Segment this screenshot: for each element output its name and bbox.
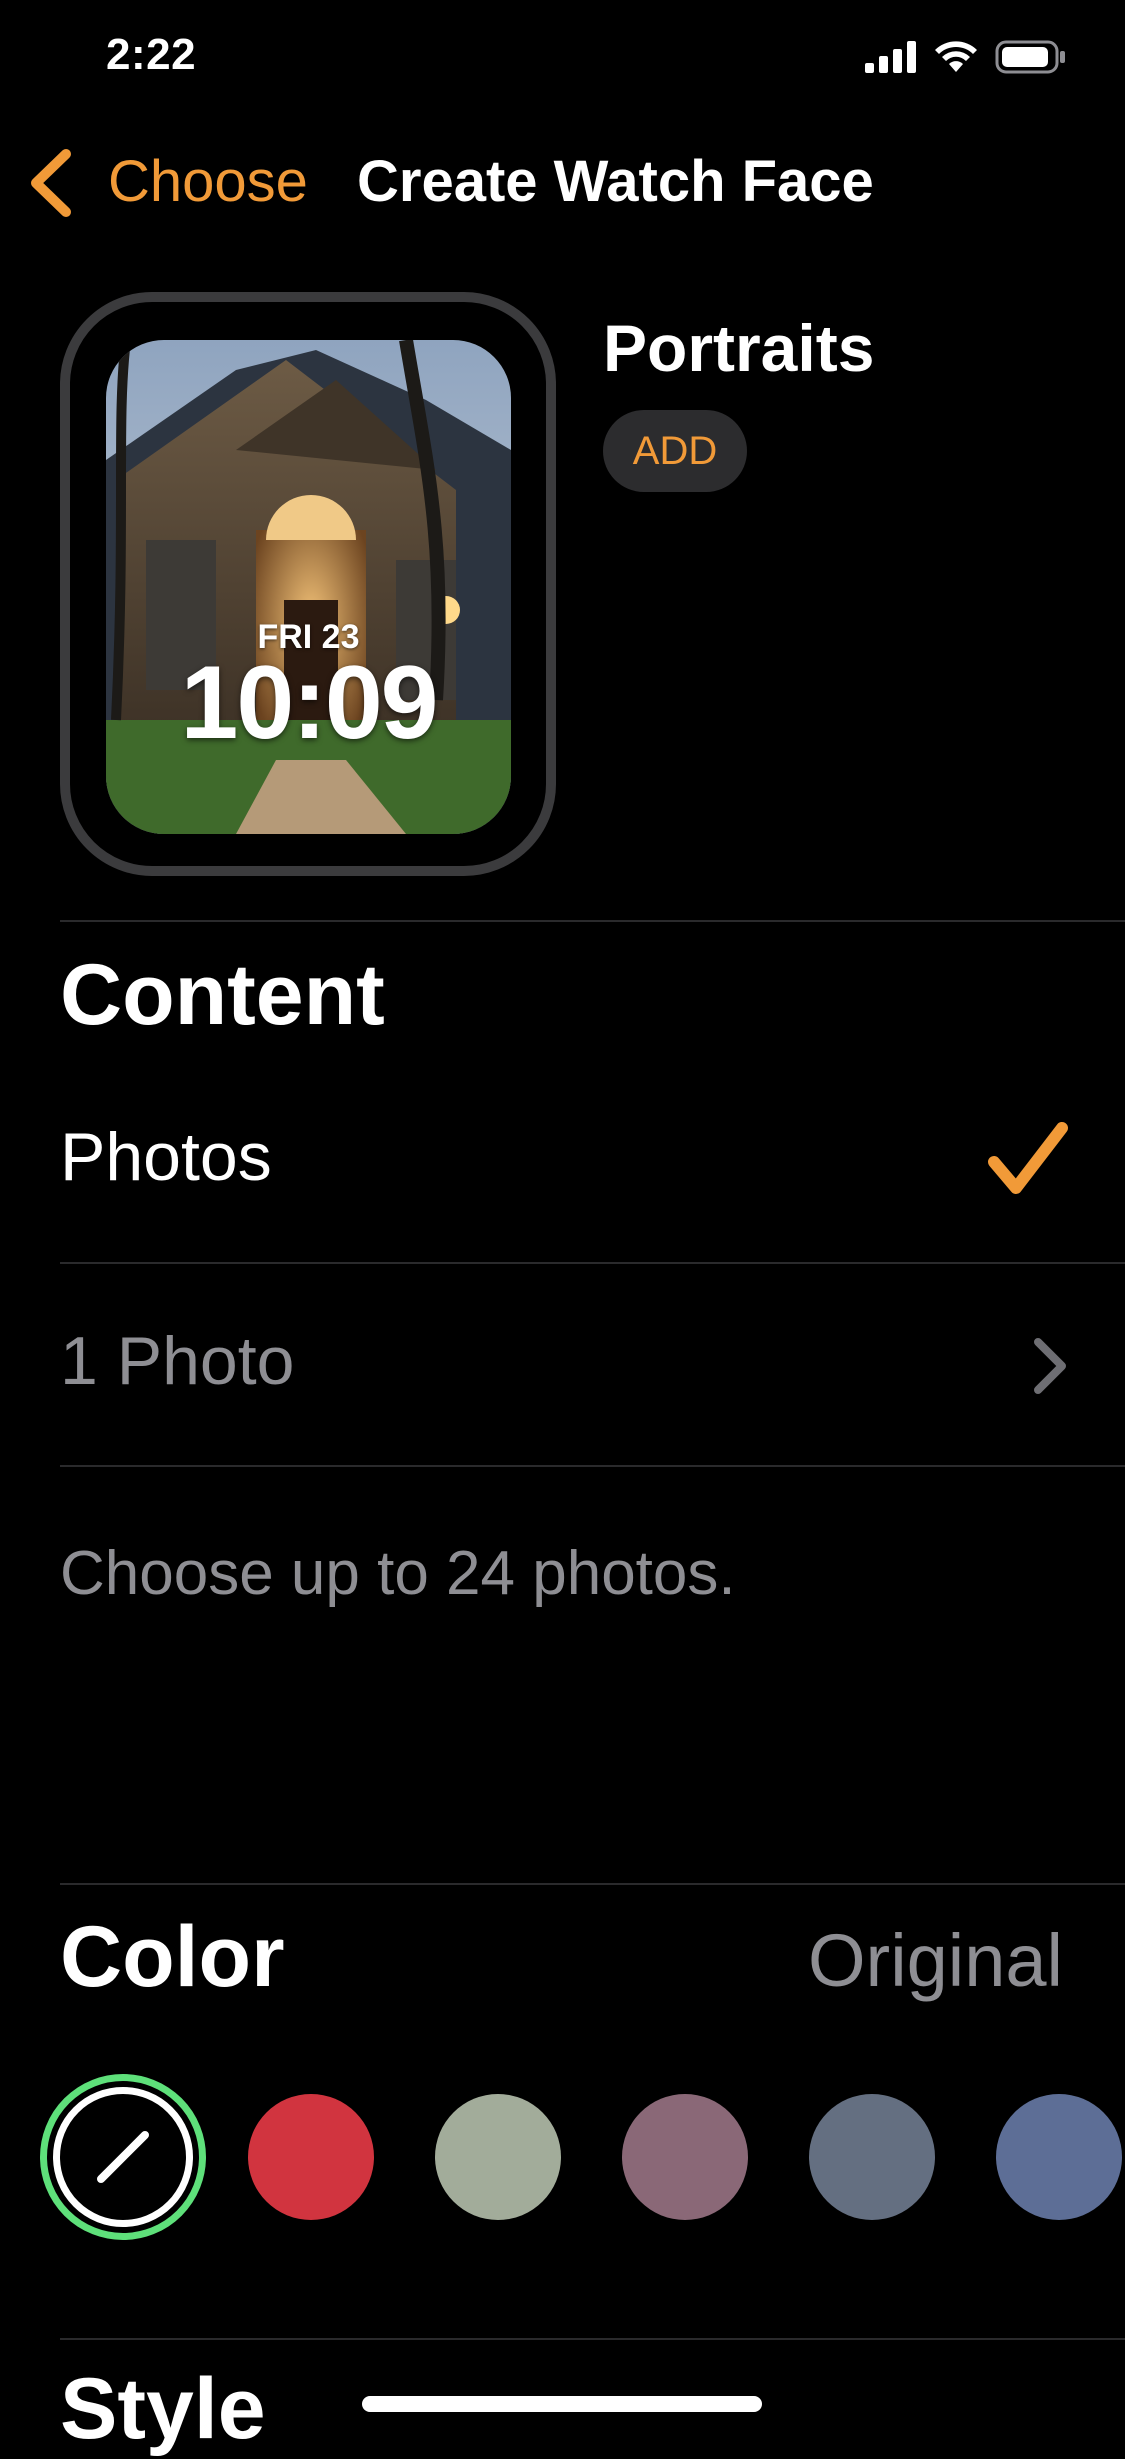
color-swatch-red[interactable]	[248, 2094, 374, 2220]
color-swatch-sage[interactable]	[435, 2094, 561, 2220]
color-swatch-slate[interactable]	[809, 2094, 935, 2220]
divider	[60, 1262, 1125, 1264]
watch-face-preview[interactable]: FRI 23 10:09	[106, 340, 511, 834]
home-indicator[interactable]	[362, 2396, 762, 2412]
chevron-right-icon[interactable]	[1030, 1336, 1070, 1401]
face-name: Portraits	[603, 311, 875, 385]
slash-icon	[97, 2131, 149, 2183]
divider	[60, 2338, 1125, 2340]
photo-count-row[interactable]: 1 Photo	[60, 1322, 294, 1400]
page-title: Create Watch Face	[357, 149, 874, 214]
color-heading: Color	[60, 1909, 285, 2005]
add-button[interactable]: ADD	[603, 410, 747, 492]
color-swatch-original[interactable]	[40, 2074, 206, 2240]
content-heading: Content	[60, 947, 385, 1043]
battery-icon	[995, 40, 1065, 74]
status-time: 2:22	[106, 30, 197, 79]
color-swatch-blue[interactable]	[996, 2094, 1122, 2220]
back-chevron-icon[interactable]	[26, 148, 76, 223]
style-heading: Style	[60, 2361, 266, 2457]
wifi-icon	[935, 41, 977, 72]
divider	[60, 1465, 1125, 1467]
checkmark-icon	[986, 1118, 1070, 1207]
divider	[60, 1883, 1125, 1885]
photo-limit-note: Choose up to 24 photos.	[60, 1539, 736, 1608]
divider	[60, 920, 1125, 922]
color-value: Original	[808, 1919, 1063, 2002]
back-button[interactable]: Choose	[108, 148, 308, 215]
photos-option[interactable]: Photos	[60, 1118, 272, 1196]
color-swatch-mauve[interactable]	[622, 2094, 748, 2220]
cellular-signal-icon	[865, 41, 916, 73]
watch-time: 10:09	[180, 645, 439, 761]
original-color-swatch	[53, 2087, 193, 2227]
status-icons	[865, 40, 1067, 74]
